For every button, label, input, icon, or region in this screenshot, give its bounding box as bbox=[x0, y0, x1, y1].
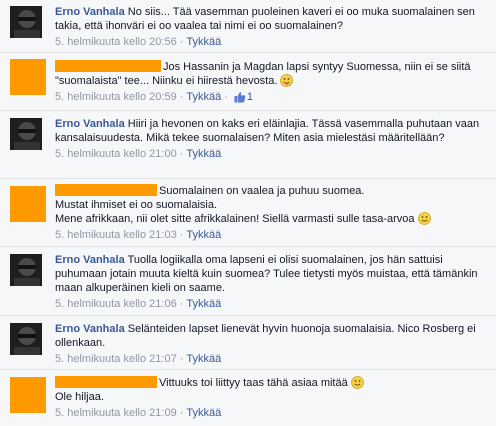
comment-author[interactable]: Erno Vanhala bbox=[55, 6, 125, 18]
smile-emoji-icon bbox=[417, 212, 431, 225]
comment-meta: 5. helmikuuta kello 20:59 · Tykkää · 1 bbox=[55, 90, 488, 107]
comment-body: Suomalainen on vaalea ja puhuu suomea. M… bbox=[55, 184, 488, 242]
comment-author[interactable]: Erno Vanhala bbox=[55, 118, 125, 130]
comment-body: Jos Hassanin ja Magdan lapsi syntyy Suom… bbox=[55, 60, 488, 107]
thumbs-up-icon[interactable] bbox=[234, 91, 246, 107]
comment-timestamp[interactable]: 5. helmikuuta kello 21:06 bbox=[55, 298, 177, 310]
like-link[interactable]: Tykkää bbox=[186, 148, 221, 160]
like-link[interactable]: Tykkää bbox=[186, 91, 221, 103]
comment-text-line: Suomalainen on vaalea ja puhuu suomea. bbox=[159, 185, 365, 197]
comment-body: Erno Vanhala No siis... Tää vasemman puo… bbox=[55, 5, 488, 49]
comment-meta: 5. helmikuuta kello 21:09 · Tykkää bbox=[55, 407, 222, 419]
avatar[interactable] bbox=[10, 6, 42, 38]
comment: Erno Vanhala Tuolla logiikalla oma lapse… bbox=[0, 247, 496, 316]
smile-emoji-icon bbox=[350, 376, 364, 389]
avatar[interactable] bbox=[10, 254, 42, 286]
comment-timestamp[interactable]: 5. helmikuuta kello 21:03 bbox=[55, 229, 177, 241]
comment-meta: 5. helmikuuta kello 21:00 · Tykkää bbox=[55, 148, 222, 160]
redacted-author-name bbox=[55, 376, 157, 388]
comment-meta: 5. helmikuuta kello 20:56 · Tykkää bbox=[55, 36, 222, 48]
comment-text-line: Mustat ihmiset ei oo suomalaisia. bbox=[55, 199, 218, 211]
comment: Jos Hassanin ja Magdan lapsi syntyy Suom… bbox=[0, 53, 496, 111]
redacted-author-name bbox=[55, 60, 161, 72]
comment-timestamp[interactable]: 5. helmikuuta kello 20:59 bbox=[55, 91, 177, 103]
avatar[interactable] bbox=[10, 118, 42, 150]
comment: Erno Vanhala Selänteiden lapset lienevät… bbox=[0, 316, 496, 370]
redacted-avatar bbox=[10, 59, 46, 95]
comment-author[interactable]: Erno Vanhala bbox=[55, 254, 125, 266]
like-link[interactable]: Tykkää bbox=[186, 407, 221, 419]
comment: Suomalainen on vaalea ja puhuu suomea. M… bbox=[0, 179, 496, 247]
comment-text-line: Vittuuks toi liittyy taas tähä asiaa mit… bbox=[159, 377, 348, 389]
redacted-author-name bbox=[55, 184, 157, 196]
tongue-emoji-icon bbox=[280, 74, 294, 87]
like-link[interactable]: Tykkää bbox=[186, 36, 221, 48]
redacted-avatar bbox=[10, 186, 46, 222]
comment-meta: 5. helmikuuta kello 21:07 · Tykkää bbox=[55, 353, 222, 365]
like-count[interactable]: 1 bbox=[247, 91, 253, 103]
comment-body: Erno Vanhala Tuolla logiikalla oma lapse… bbox=[55, 253, 488, 311]
comment-body: Erno Vanhala Hiiri ja hevonen on kaks er… bbox=[55, 117, 488, 161]
avatar[interactable] bbox=[10, 323, 42, 355]
comment-meta: 5. helmikuuta kello 21:03 · Tykkää bbox=[55, 229, 222, 241]
comment-timestamp[interactable]: 5. helmikuuta kello 20:56 bbox=[55, 36, 177, 48]
like-link[interactable]: Tykkää bbox=[186, 229, 221, 241]
comment-thread: Erno Vanhala No siis... Tää vasemman puo… bbox=[0, 0, 496, 426]
comment-timestamp[interactable]: 5. helmikuuta kello 21:09 bbox=[55, 407, 177, 419]
comment-timestamp[interactable]: 5. helmikuuta kello 21:00 bbox=[55, 148, 177, 160]
comment-author[interactable]: Erno Vanhala bbox=[55, 323, 125, 335]
comment-meta: 5. helmikuuta kello 21:06 · Tykkää bbox=[55, 298, 222, 310]
like-link[interactable]: Tykkää bbox=[186, 353, 221, 365]
comment: Erno Vanhala Hiiri ja hevonen on kaks er… bbox=[0, 111, 496, 179]
comment-timestamp[interactable]: 5. helmikuuta kello 21:07 bbox=[55, 353, 177, 365]
comment: Vittuuks toi liittyy taas tähä asiaa mit… bbox=[0, 370, 496, 426]
comment-text-line: Ole hiljaa. bbox=[55, 391, 104, 403]
comment-body: Vittuuks toi liittyy taas tähä asiaa mit… bbox=[55, 376, 488, 420]
comment-text-line: Mene afrikkaan, nii olet sitte afrikkala… bbox=[55, 213, 415, 225]
like-link[interactable]: Tykkää bbox=[186, 298, 221, 310]
redacted-avatar bbox=[10, 377, 46, 413]
comment: Erno Vanhala No siis... Tää vasemman puo… bbox=[0, 0, 496, 53]
comment-body: Erno Vanhala Selänteiden lapset lienevät… bbox=[55, 322, 488, 366]
